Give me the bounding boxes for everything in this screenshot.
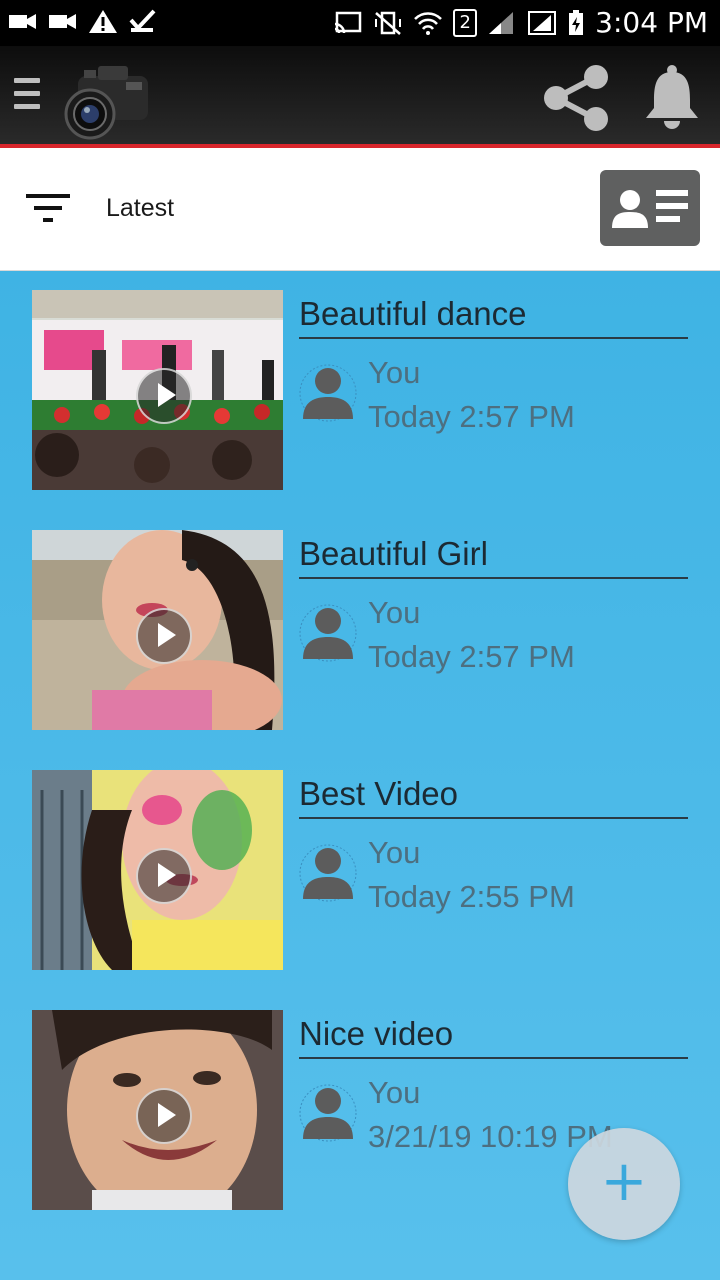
app-bar	[0, 46, 720, 144]
video-title[interactable]: Best Video	[299, 775, 688, 819]
contact-card-icon[interactable]	[600, 170, 700, 246]
user-avatar-icon	[299, 604, 357, 662]
cast-icon	[334, 11, 362, 33]
status-right-icons: 2 3:04 PM	[333, 6, 708, 39]
sim-badge: 2	[453, 8, 478, 37]
check-flag-icon	[129, 9, 156, 32]
video-timestamp: Today 2:57 PM	[368, 639, 575, 674]
play-icon[interactable]	[136, 608, 192, 664]
video-thumbnail[interactable]	[32, 290, 283, 490]
status-left-icons	[8, 8, 158, 34]
video-thumbnail[interactable]	[32, 530, 283, 730]
status-bar: 2 3:04 PM	[0, 0, 720, 46]
video-title[interactable]: Nice video	[299, 1015, 688, 1059]
signal-box-icon	[528, 10, 557, 35]
play-icon[interactable]	[136, 848, 192, 904]
user-avatar-icon	[299, 844, 357, 902]
camera-logo-icon	[64, 66, 148, 140]
video-thumbnail[interactable]	[32, 1010, 283, 1210]
battery-charging-icon	[569, 9, 584, 35]
filter-icon[interactable]	[24, 192, 72, 226]
sim-badge-label: 2	[459, 11, 471, 33]
play-icon[interactable]	[136, 368, 192, 424]
filter-bar: Latest	[0, 148, 720, 271]
video-title[interactable]: Beautiful Girl	[299, 535, 688, 579]
warning-icon	[89, 10, 117, 33]
video-author: You	[368, 595, 421, 630]
video-author: You	[368, 355, 421, 390]
signal-icon	[489, 11, 514, 34]
bell-icon[interactable]	[642, 64, 702, 130]
share-icon[interactable]	[540, 62, 612, 134]
video-camera-icon	[49, 14, 76, 29]
status-time: 3:04 PM	[595, 6, 708, 39]
add-video-button[interactable]: +	[568, 1128, 680, 1240]
video-author: You	[368, 835, 421, 870]
vibrate-mute-icon	[375, 11, 402, 35]
video-timestamp: Today 2:55 PM	[368, 879, 575, 914]
feed-item[interactable]: Best Video You Today 2:55 PM	[0, 751, 720, 991]
play-icon[interactable]	[136, 1088, 192, 1144]
user-avatar-icon	[299, 364, 357, 422]
video-author: You	[368, 1075, 421, 1110]
video-camera-icon	[9, 14, 36, 29]
video-thumbnail[interactable]	[32, 770, 283, 970]
user-avatar-icon	[299, 1084, 357, 1142]
plus-icon: +	[600, 1149, 648, 1214]
feed-item[interactable]: Beautiful Girl You Today 2:57 PM	[0, 511, 720, 751]
video-title[interactable]: Beautiful dance	[299, 295, 688, 339]
feed-item[interactable]: Beautiful dance You Today 2:57 PM	[0, 271, 720, 511]
video-timestamp: Today 2:57 PM	[368, 399, 575, 434]
wifi-icon	[414, 11, 443, 35]
sort-label[interactable]: Latest	[106, 194, 174, 223]
hamburger-menu-icon[interactable]	[14, 78, 42, 114]
